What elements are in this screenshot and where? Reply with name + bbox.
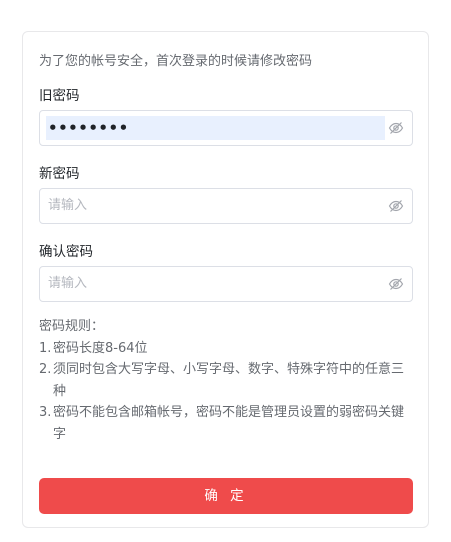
- rule-text: 须同时包含大写字母、小写字母、数字、特殊字符中的任意三种: [53, 362, 405, 399]
- security-notice: 为了您的帐号安全，首次登录的时候请修改密码: [39, 54, 313, 69]
- eye-off-icon[interactable]: [388, 120, 404, 136]
- confirm-password-label: 确认密码: [39, 244, 93, 260]
- old-password-value: ••••••••: [48, 119, 129, 137]
- rule-item: 2. 须同时包含大写字母、小写字母、数字、特殊字符中的任意三种: [39, 359, 409, 402]
- rule-number: 1.: [39, 340, 52, 356]
- rule-text: 密码不能包含邮箱帐号，密码不能是管理员设置的弱密码关键字: [53, 405, 405, 442]
- rule-text: 密码长度8-64位: [53, 340, 148, 356]
- new-password-field[interactable]: 请输入: [39, 188, 413, 224]
- confirm-button[interactable]: 确 定: [39, 478, 413, 514]
- new-password-label: 新密码: [39, 166, 80, 182]
- change-password-card: 为了您的帐号安全，首次登录的时候请修改密码 旧密码 •••••••• 新密码 请…: [22, 31, 429, 528]
- eye-off-icon[interactable]: [388, 276, 404, 292]
- old-password-field[interactable]: ••••••••: [39, 110, 413, 146]
- confirm-password-field[interactable]: 请输入: [39, 266, 413, 302]
- new-password-placeholder: 请输入: [48, 198, 88, 213]
- password-rules: 密码规则： 1. 密码长度8-64位 2. 须同时包含大写字母、小写字母、数字、…: [39, 316, 409, 445]
- rule-number: 2.: [39, 362, 52, 377]
- rule-number: 3.: [39, 405, 52, 420]
- confirm-password-placeholder: 请输入: [48, 276, 88, 291]
- rule-item: 1. 密码长度8-64位: [39, 338, 409, 360]
- rule-item: 3. 密码不能包含邮箱帐号，密码不能是管理员设置的弱密码关键字: [39, 402, 409, 445]
- rules-title: 密码规则：: [39, 319, 105, 334]
- eye-off-icon[interactable]: [388, 198, 404, 214]
- old-password-label: 旧密码: [39, 88, 80, 104]
